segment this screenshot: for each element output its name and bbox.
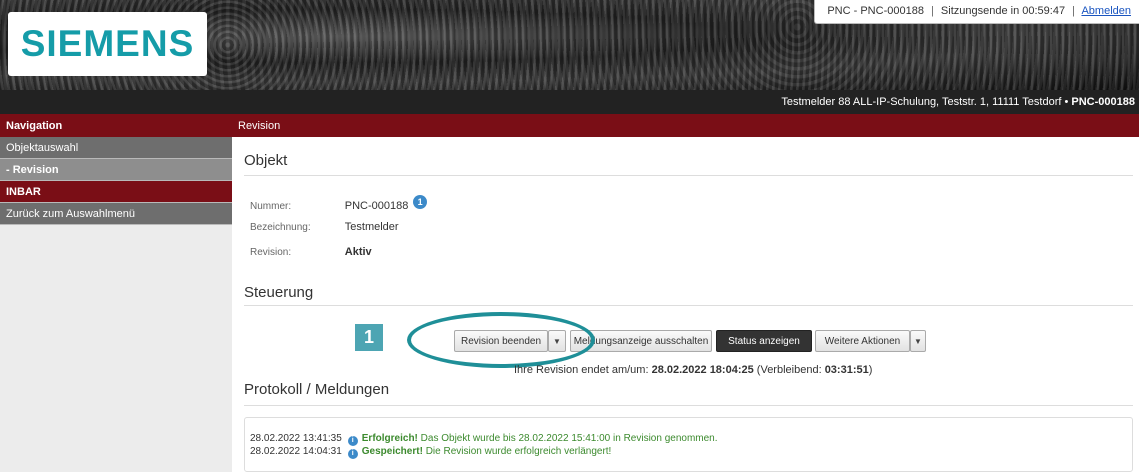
bezeichnung-row: Bezeichnung: Testmelder: [250, 221, 399, 233]
log-entry: 28.02.2022 13:41:35 i Erfolgreich! Das Obj…: [250, 433, 718, 446]
bullet-separator: •: [1064, 96, 1069, 108]
objekt-heading: Objekt: [244, 152, 288, 169]
log-time: 28.02.2022 14:04:31: [250, 446, 342, 457]
info-suffix: ): [868, 364, 873, 376]
sidebar-item-back-to-menu[interactable]: Zurück zum Auswahlmenü: [0, 203, 232, 225]
nummer-value: PNC-000188: [344, 200, 409, 212]
sidebar-item-inbar[interactable]: INBAR: [0, 181, 232, 203]
dropdown-caret-icon: ▼: [553, 336, 561, 346]
meldungsanzeige-button[interactable]: Meldungsanzeige ausschalten: [570, 330, 712, 352]
revision-end-info: Ihre Revision endet am/um: 28.02.2022 18…: [514, 364, 872, 376]
separator: |: [931, 5, 934, 17]
sidebar-item-revision[interactable]: - Revision: [0, 159, 232, 181]
revision-beenden-button[interactable]: Revision beenden: [454, 330, 548, 352]
log-entry: 28.02.2022 14:04:31 i Gespeichert! Die Rev…: [250, 446, 611, 459]
object-subheader: Testmelder 88 ALL-IP-Schulung, Teststr. …: [0, 90, 1139, 114]
protokoll-heading: Protokoll / Meldungen: [244, 381, 390, 398]
remaining-time: 03:31:51: [824, 364, 869, 376]
separator: |: [1072, 5, 1075, 17]
revision-dropdown-button[interactable]: ▼: [548, 330, 566, 352]
sidebar-title: Navigation: [0, 114, 232, 137]
revision-label: Revision:: [250, 247, 292, 258]
main-content: Revision Objekt Nummer: PNC-000188 1 Bez…: [232, 114, 1139, 472]
revision-status: Aktiv: [344, 246, 372, 258]
info-mid: (Verbleibend:: [756, 364, 822, 376]
object-location: Testmelder 88 ALL-IP-Schulung, Teststr. …: [781, 96, 1062, 108]
weitere-aktionen-button[interactable]: Weitere Aktionen: [815, 330, 910, 352]
session-info: PNC - PNC-000188 | Sitzungsende in 00:59…: [814, 0, 1139, 24]
siemens-logo: SIEMENS: [8, 12, 207, 76]
bezeichnung-label: Bezeichnung:: [250, 222, 311, 233]
nummer-row: Nummer: PNC-000188 1: [250, 195, 428, 212]
info-icon: i: [347, 436, 358, 446]
sidebar: Navigation Objektauswahl - Revision INBA…: [0, 114, 232, 472]
log-text: Die Revision wurde erfolgreich verlänger…: [425, 446, 612, 457]
status-anzeigen-button[interactable]: Status anzeigen: [716, 330, 812, 352]
sidebar-item-objektauswahl[interactable]: Objektauswahl: [0, 137, 232, 159]
main-title: Revision: [232, 114, 1139, 137]
log-status: Gespeichert!: [361, 446, 423, 457]
log-message: Gespeichert! Die Revision wurde erfolgre…: [362, 446, 612, 457]
log-time: 28.02.2022 13:41:35: [250, 433, 342, 444]
divider: [244, 405, 1133, 406]
steuerung-heading: Steuerung: [244, 284, 314, 301]
step-marker: 1: [355, 324, 383, 351]
revision-end-time: 28.02.2022 18:04:25: [651, 364, 754, 376]
info-count-badge[interactable]: 1: [413, 195, 428, 209]
bezeichnung-value: Testmelder: [344, 221, 399, 233]
info-icon: i: [347, 449, 358, 459]
log-status: Erfolgreich!: [361, 433, 418, 444]
divider: [244, 175, 1133, 176]
object-id: PNC-000188: [1071, 96, 1135, 108]
info-prefix: Ihre Revision endet am/um:: [514, 364, 649, 376]
pnc-label: PNC - PNC-000188: [827, 5, 924, 17]
log-text: Das Objekt wurde bis 28.02.2022 15:41:00…: [420, 433, 718, 444]
logout-link[interactable]: Abmelden: [1081, 5, 1131, 17]
dropdown-caret-icon: ▼: [914, 336, 922, 346]
header-banner: SIEMENS PNC - PNC-000188 | Sitzungsende …: [0, 0, 1139, 90]
log-message: Erfolgreich! Das Objekt wurde bis 28.02.…: [362, 433, 718, 444]
divider: [244, 305, 1133, 306]
nummer-label: Nummer:: [250, 201, 292, 212]
log-panel: 28.02.2022 13:41:35 i Erfolgreich! Das Obj…: [244, 417, 1133, 472]
weitere-aktionen-dropdown[interactable]: ▼: [910, 330, 926, 352]
brand-text: SIEMENS: [20, 23, 195, 64]
revision-row: Revision: Aktiv: [250, 246, 372, 258]
session-end-label: Sitzungsende in 00:59:47: [940, 5, 1066, 17]
